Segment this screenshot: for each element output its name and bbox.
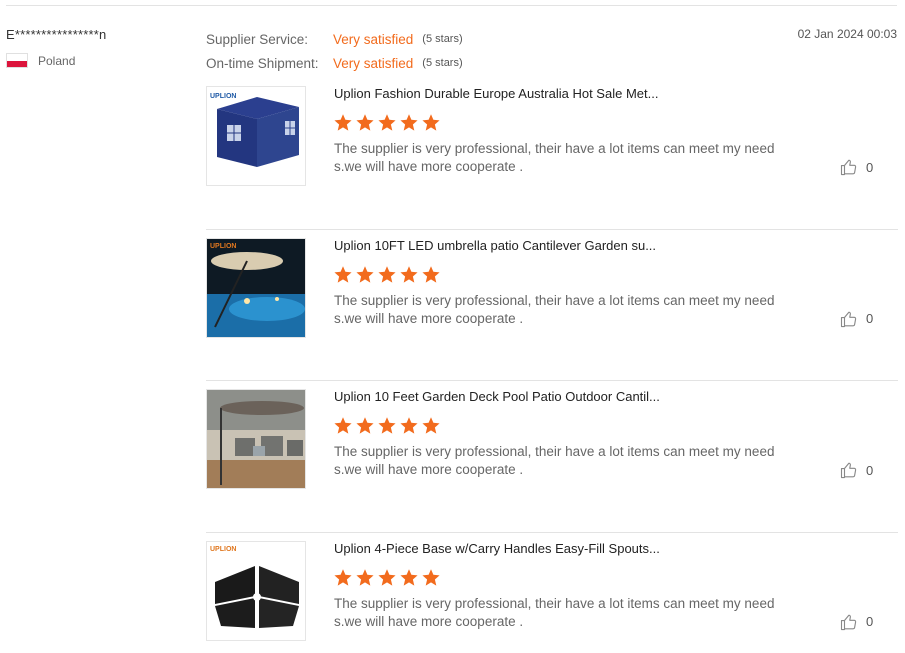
- like-button[interactable]: 0: [840, 613, 873, 631]
- review-comment: The supplier is very professional, their…: [334, 595, 775, 629]
- thumbs-up-icon: [840, 614, 857, 630]
- product-review: UPLION Uplion Fashion Durable Europe Aus…: [206, 78, 898, 230]
- brand-logo: UPLION: [210, 93, 236, 100]
- star-icon: [422, 114, 440, 131]
- like-button[interactable]: 0: [840, 310, 873, 328]
- product-star-rating: [333, 113, 441, 132]
- like-button[interactable]: 0: [840, 158, 873, 176]
- rating-row-supplier-service: Supplier Service: Very satisfied (5 star…: [206, 27, 463, 51]
- buyer-info: E****************n Poland: [6, 27, 196, 68]
- star-icon: [378, 114, 396, 131]
- product-title[interactable]: Uplion 4-Piece Base w/Carry Handles Easy…: [334, 541, 754, 556]
- like-count: 0: [866, 311, 874, 326]
- brand-logo: UPLION: [210, 243, 236, 250]
- star-icon: [356, 265, 374, 283]
- product-star-rating: [333, 265, 441, 284]
- star-icon: [422, 417, 440, 434]
- product-star-rating: [333, 416, 441, 435]
- like-count: 0: [866, 462, 874, 478]
- product-review-list: UPLION Uplion Fashion Durable Europe Aus…: [206, 78, 898, 653]
- star-icon: [378, 417, 396, 434]
- supplier-ratings: Supplier Service: Very satisfied (5 star…: [206, 27, 463, 75]
- star-icon: [400, 568, 418, 586]
- product-title[interactable]: Uplion 10FT LED umbrella patio Cantileve…: [334, 238, 754, 253]
- product-star-rating: [333, 568, 441, 587]
- rating-row-on-time-shipment: On-time Shipment: Very satisfied (5 star…: [206, 51, 463, 75]
- star-icon: [334, 265, 352, 283]
- product-thumbnail[interactable]: UPLION: [206, 540, 306, 641]
- star-icon: [400, 114, 418, 131]
- like-button[interactable]: 0: [840, 461, 873, 479]
- product-thumbnail[interactable]: UPLION: [206, 86, 306, 186]
- like-count: 0: [866, 159, 874, 175]
- review-comment: The supplier is very professional, their…: [334, 444, 775, 477]
- star-icon: [422, 568, 440, 586]
- review-date: 02 Jan 2024 00:03: [797, 27, 897, 41]
- rating-stars-text: (5 stars): [422, 57, 463, 69]
- rating-label: Supplier Service:: [206, 31, 309, 47]
- thumbs-up-icon: [840, 462, 857, 479]
- rating-stars-text: (5 stars): [422, 33, 463, 45]
- poland-flag-icon: [6, 53, 28, 68]
- top-divider: [6, 5, 897, 6]
- star-icon: [334, 114, 352, 131]
- rating-label: On-time Shipment:: [206, 55, 319, 71]
- star-icon: [334, 417, 352, 434]
- rating-value: Very satisfied: [333, 31, 414, 47]
- star-icon: [334, 568, 352, 586]
- thumbs-up-icon: [840, 311, 857, 327]
- rating-value: Very satisfied: [333, 55, 414, 71]
- product-review: Uplion 10 Feet Garden Deck Pool Patio Ou…: [206, 381, 898, 533]
- star-icon: [400, 265, 418, 283]
- star-icon: [422, 265, 440, 283]
- review-comment: The supplier is very professional, their…: [334, 292, 775, 326]
- product-thumbnail[interactable]: [206, 389, 306, 489]
- brand-logo: UPLION: [210, 546, 236, 553]
- country-label: Poland: [38, 53, 76, 68]
- like-count: 0: [866, 614, 874, 629]
- star-icon: [356, 568, 374, 586]
- product-review: UPLION Uplion 10FT LED umbrella patio Ca…: [206, 230, 898, 381]
- star-icon: [356, 114, 374, 131]
- review-comment: The supplier is very professional, their…: [334, 141, 775, 174]
- thumbs-up-icon: [840, 159, 857, 176]
- product-title[interactable]: Uplion Fashion Durable Europe Australia …: [334, 86, 754, 101]
- product-review: UPLION Uplion 4-Piece Base w/Carry Handl…: [206, 533, 898, 653]
- star-icon: [378, 568, 396, 586]
- product-title[interactable]: Uplion 10 Feet Garden Deck Pool Patio Ou…: [334, 389, 754, 404]
- star-icon: [378, 265, 396, 283]
- star-icon: [356, 417, 374, 434]
- star-icon: [400, 417, 418, 434]
- product-thumbnail[interactable]: UPLION: [206, 237, 306, 338]
- buyer-country: Poland: [6, 53, 196, 68]
- buyer-name: E****************n: [6, 27, 107, 42]
